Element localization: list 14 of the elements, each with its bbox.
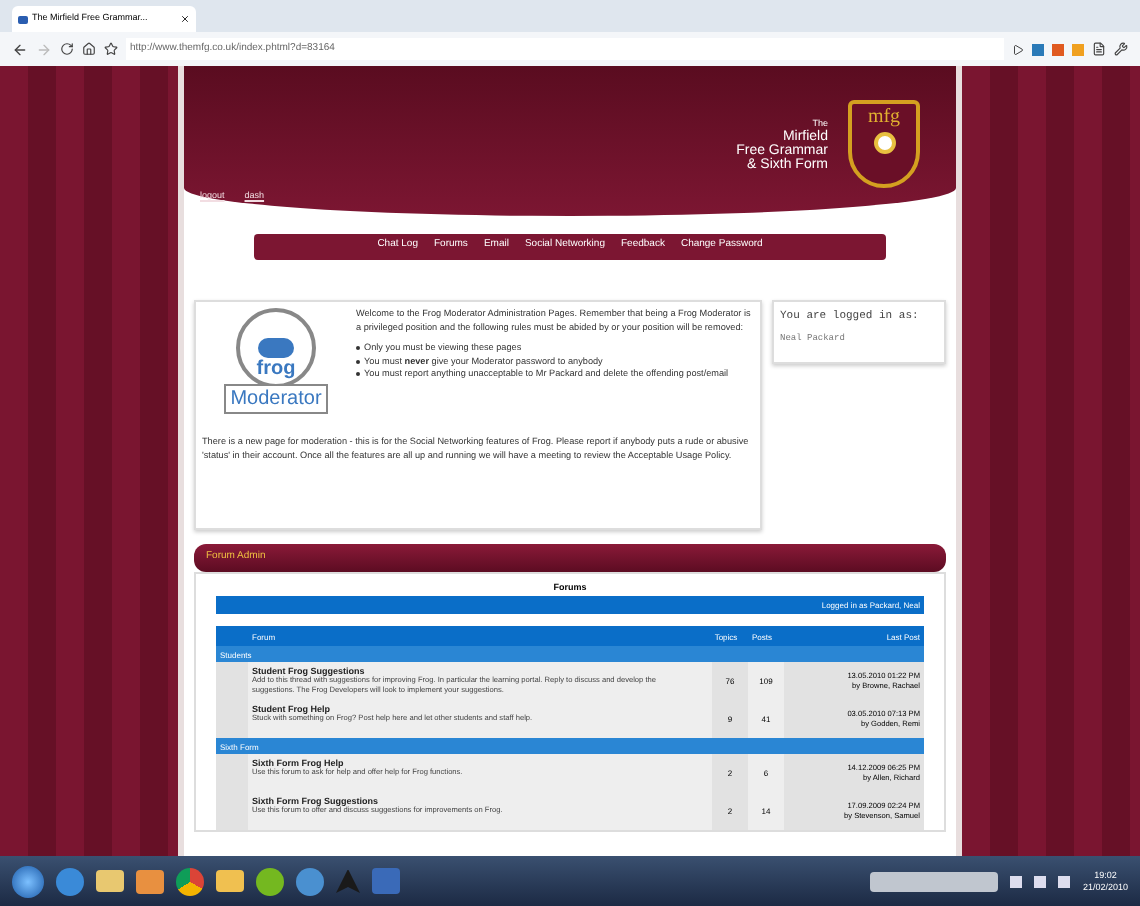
- logo-word: frog: [256, 358, 296, 380]
- start-button[interactable]: [12, 865, 44, 897]
- rose-icon: [873, 132, 895, 154]
- crest-text: mfg: [867, 108, 901, 128]
- home-icon[interactable]: [82, 42, 96, 56]
- wrench-icon[interactable]: [1114, 42, 1128, 56]
- frog-icon: [258, 338, 294, 358]
- logo-word: Moderator: [224, 384, 328, 414]
- bookmark-star-icon[interactable]: [104, 42, 118, 56]
- reload-icon[interactable]: [60, 42, 74, 56]
- tab-favicon-icon: [18, 15, 28, 23]
- play-icon[interactable]: [1012, 43, 1024, 55]
- back-icon[interactable]: [12, 41, 28, 57]
- page-icon[interactable]: [1092, 42, 1106, 56]
